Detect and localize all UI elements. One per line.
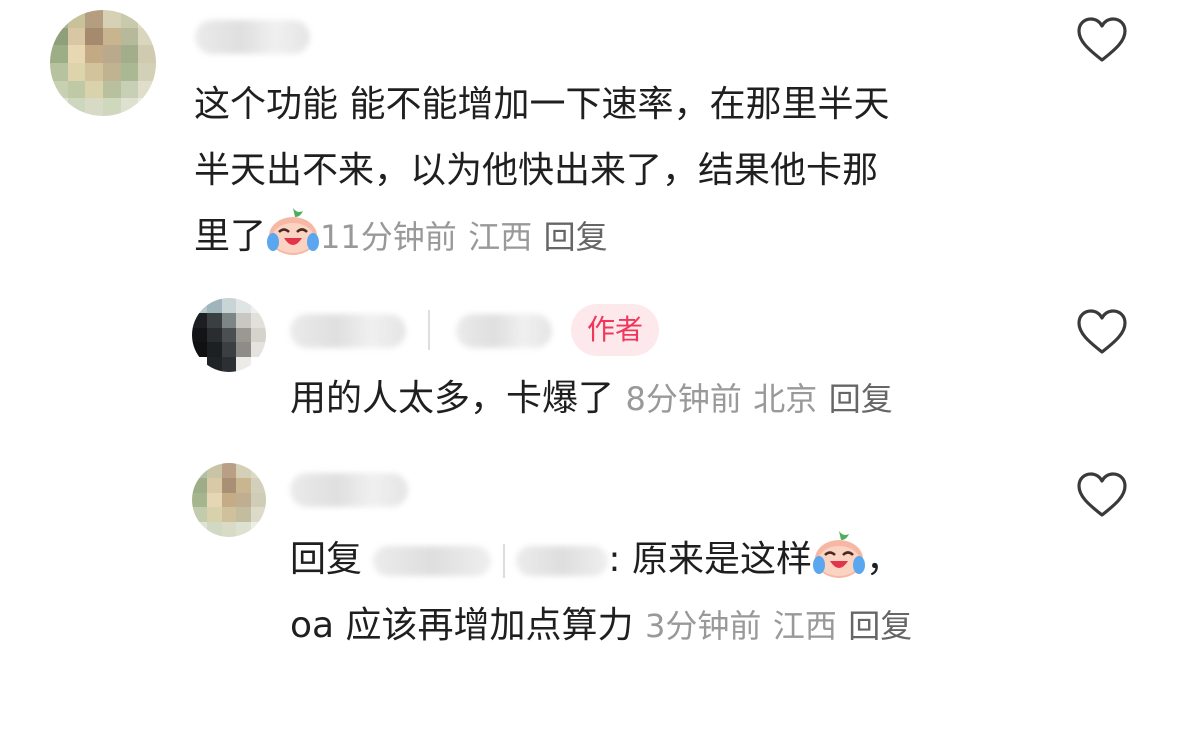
reply-prefix: 回复: [290, 539, 363, 580]
reply-button[interactable]: 回复: [829, 380, 893, 418]
comment-time: 8分钟前: [625, 380, 742, 418]
mention-separator: [502, 544, 505, 578]
crying-laughing-emoji-icon: [812, 531, 865, 578]
heart-outline-icon[interactable]: [1076, 471, 1128, 519]
comment-location: 江西: [468, 218, 533, 256]
comment-line: 这个功能 能不能增加一下速率，在那里半天: [194, 84, 890, 125]
comment-line-text: : 原来是这样: [608, 539, 812, 580]
author-badge: 作者: [571, 304, 660, 356]
heart-outline-icon[interactable]: [1076, 16, 1128, 64]
avatar[interactable]: [50, 10, 156, 116]
username-blurred[interactable]: [290, 314, 406, 348]
comment-line: 半天出不来，以为他快出来了，结果他卡那: [194, 150, 879, 191]
comment-line-text: 用的人太多，卡爆了: [290, 378, 615, 419]
user-tag-blurred: [456, 314, 552, 348]
comment-line-text: 里了: [194, 216, 267, 257]
username-blurred[interactable]: [195, 20, 310, 54]
mention-username-blurred[interactable]: [373, 546, 492, 576]
comment-line-1: 回复 : 原来是这样 ，: [290, 527, 912, 593]
reply-item: 作者 用的人太多，卡爆了 8分钟前 北京 回复: [0, 290, 1179, 450]
avatar[interactable]: [192, 463, 266, 537]
comment-line-text: oa 应该再增加点算力: [290, 605, 634, 646]
comment-text: 回复 : 原来是这样 ， oa 应该再增加点算力 3分钟前 江西 回复: [290, 527, 912, 659]
crying-laughing-emoji-icon: [267, 208, 320, 255]
avatar[interactable]: [192, 298, 266, 372]
reply-button[interactable]: 回复: [848, 607, 912, 645]
comment-location: 江西: [772, 607, 837, 645]
comment-text: 用的人太多，卡爆了 8分钟前 北京 回复: [290, 366, 893, 432]
reply-button[interactable]: 回复: [544, 218, 608, 256]
comment-text: 这个功能 能不能增加一下速率，在那里半天 半天出不来，以为他快出来了，结果他卡那…: [194, 72, 889, 270]
mention-tag-blurred: [516, 546, 609, 576]
comment-line-2: oa 应该再增加点算力 3分钟前 江西 回复: [290, 593, 912, 659]
name-separator: [428, 310, 430, 350]
comment-line-3: 里了 11分钟前 江西 回复: [194, 204, 889, 270]
comment-item: 这个功能 能不能增加一下速率，在那里半天 半天出不来，以为他快出来了，结果他卡那…: [0, 0, 1179, 290]
comment-location: 北京: [753, 380, 818, 418]
reply-item: 回复 : 原来是这样 ， oa 应该再增加点算力 3分钟前 江西 回复: [0, 455, 1179, 675]
username-blurred[interactable]: [290, 473, 408, 507]
comment-line-tail: ，: [865, 539, 902, 580]
heart-outline-icon[interactable]: [1076, 308, 1128, 356]
comment-time: 3分钟前: [644, 607, 762, 645]
comment-time: 11分钟前: [320, 218, 457, 256]
